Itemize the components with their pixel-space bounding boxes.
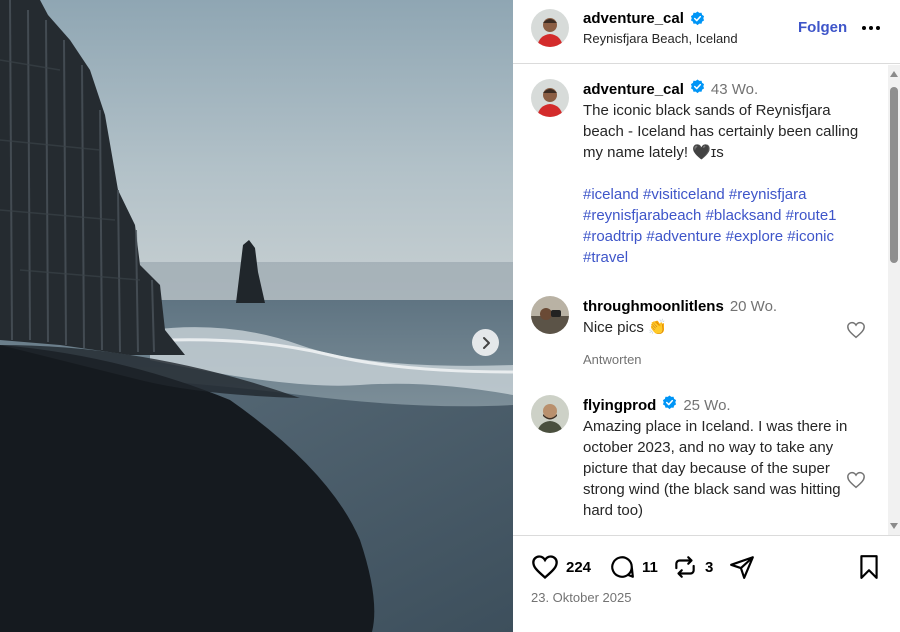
like-count[interactable]: 224 <box>566 559 591 576</box>
bookmark-icon <box>860 555 878 579</box>
scrollbar-thumb[interactable] <box>890 87 898 263</box>
heart-icon[interactable] <box>846 321 866 339</box>
comments-scrollbar[interactable] <box>888 65 900 535</box>
more-options-button[interactable] <box>860 18 882 38</box>
chevron-right-icon <box>482 336 490 349</box>
avatar-image <box>531 395 569 433</box>
post-photo <box>0 0 513 632</box>
repost-action[interactable]: 3 <box>672 554 713 580</box>
comment-username[interactable]: throughmoonlitlens <box>583 296 724 317</box>
post-date[interactable]: 23. Oktober 2025 <box>531 590 631 605</box>
comment-text: Amazing place in Iceland. I was there in… <box>583 418 848 519</box>
more-horizontal-icon <box>862 26 880 30</box>
post-actions: 224 11 3 23. Oktober 2025 <box>513 535 900 632</box>
caption-text: The iconic black sands of Reynisfjara be… <box>583 102 859 161</box>
send-icon <box>730 556 754 579</box>
share-action[interactable] <box>728 554 756 580</box>
beach-photo-image <box>0 0 513 632</box>
comment-age[interactable]: 20 Wo. <box>730 296 777 317</box>
avatar-image <box>531 79 569 117</box>
next-photo-button[interactable] <box>472 329 499 356</box>
comment-text: Nice pics 👏 <box>583 319 667 336</box>
comment-bubble-icon <box>611 556 634 578</box>
avatar[interactable] <box>531 9 569 47</box>
header-username[interactable]: adventure_cal <box>583 10 684 27</box>
scroll-down-arrow-icon[interactable] <box>890 523 898 529</box>
post-location[interactable]: Reynisfjara Beach, Iceland <box>583 31 738 46</box>
follow-button[interactable]: Folgen <box>798 19 847 36</box>
caption-hashtags[interactable]: #iceland #visiticeland #reynisfjara #rey… <box>583 184 863 268</box>
heart-icon[interactable] <box>846 471 866 489</box>
caption-age[interactable]: 43 Wo. <box>711 79 758 100</box>
comment-action[interactable]: 11 <box>609 554 658 580</box>
verified-badge-icon <box>690 79 704 94</box>
comment-avatar[interactable] <box>531 395 569 433</box>
caption-username[interactable]: adventure_cal <box>583 79 684 100</box>
comment-count[interactable]: 11 <box>642 559 658 576</box>
scroll-up-arrow-icon[interactable] <box>890 71 898 77</box>
like-action[interactable]: 224 <box>531 554 591 580</box>
verified-badge-icon <box>663 395 677 410</box>
reply-button[interactable]: Antworten <box>583 349 863 370</box>
avatar-image <box>531 296 569 334</box>
comments-list[interactable]: adventure_cal 43 Wo. The iconic black sa… <box>513 65 900 535</box>
comment-age[interactable]: 25 Wo. <box>683 395 730 416</box>
verified-badge-icon <box>690 11 704 26</box>
heart-icon <box>532 555 558 580</box>
avatar-image <box>531 9 569 47</box>
save-action[interactable] <box>857 554 881 580</box>
comment-avatar[interactable] <box>531 296 569 334</box>
repost-count[interactable]: 3 <box>705 559 713 576</box>
comment-username[interactable]: flyingprod <box>583 395 656 416</box>
post-header: adventure_cal Reynisfjara Beach, Iceland… <box>513 0 900 64</box>
post-sidebar: adventure_cal Reynisfjara Beach, Iceland… <box>513 0 900 632</box>
repost-icon <box>675 556 695 578</box>
caption-avatar[interactable] <box>531 79 569 117</box>
